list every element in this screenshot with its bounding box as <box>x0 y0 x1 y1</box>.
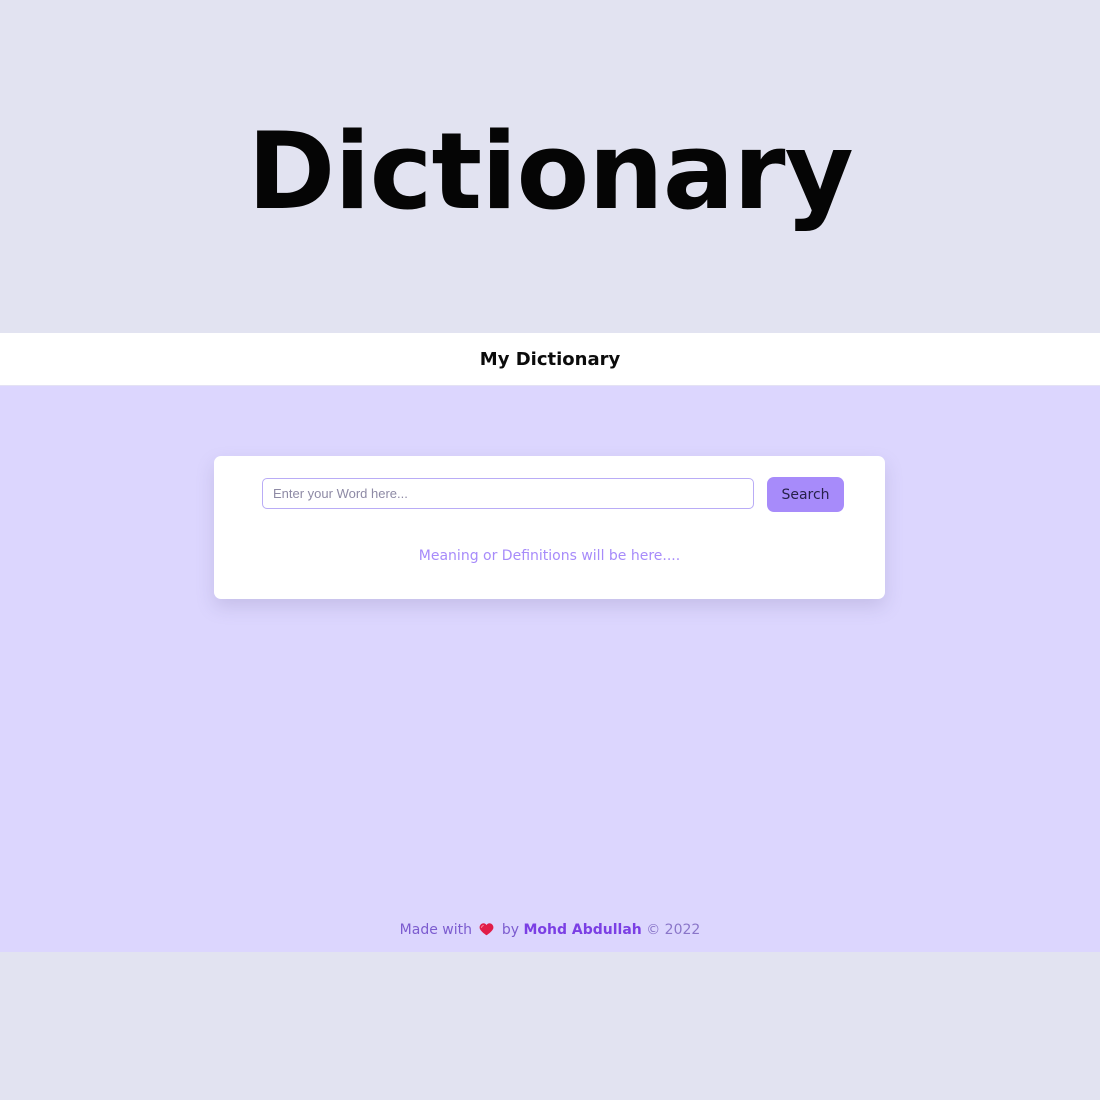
hero-section: Dictionary <box>0 0 1100 333</box>
footer: Made with by Mohd Abdullah © 2022 <box>0 920 1100 940</box>
navbar: My Dictionary <box>0 333 1100 386</box>
footer-made-with: Made with <box>399 922 472 938</box>
search-card: Search Meaning or Definitions will be he… <box>214 456 885 599</box>
search-input[interactable] <box>262 478 754 509</box>
footer-author: Mohd Abdullah <box>523 922 642 938</box>
navbar-brand[interactable]: My Dictionary <box>0 333 1100 385</box>
search-button[interactable]: Search <box>767 477 844 512</box>
footer-copyright: © 2022 <box>646 922 701 938</box>
heart-icon <box>479 922 494 936</box>
result-placeholder: Meaning or Definitions will be here.... <box>418 548 681 564</box>
hero-title: Dictionary <box>247 110 853 233</box>
main-content: Search Meaning or Definitions will be he… <box>0 386 1100 952</box>
footer-by: by <box>501 922 520 938</box>
bottom-band <box>0 952 1100 1100</box>
